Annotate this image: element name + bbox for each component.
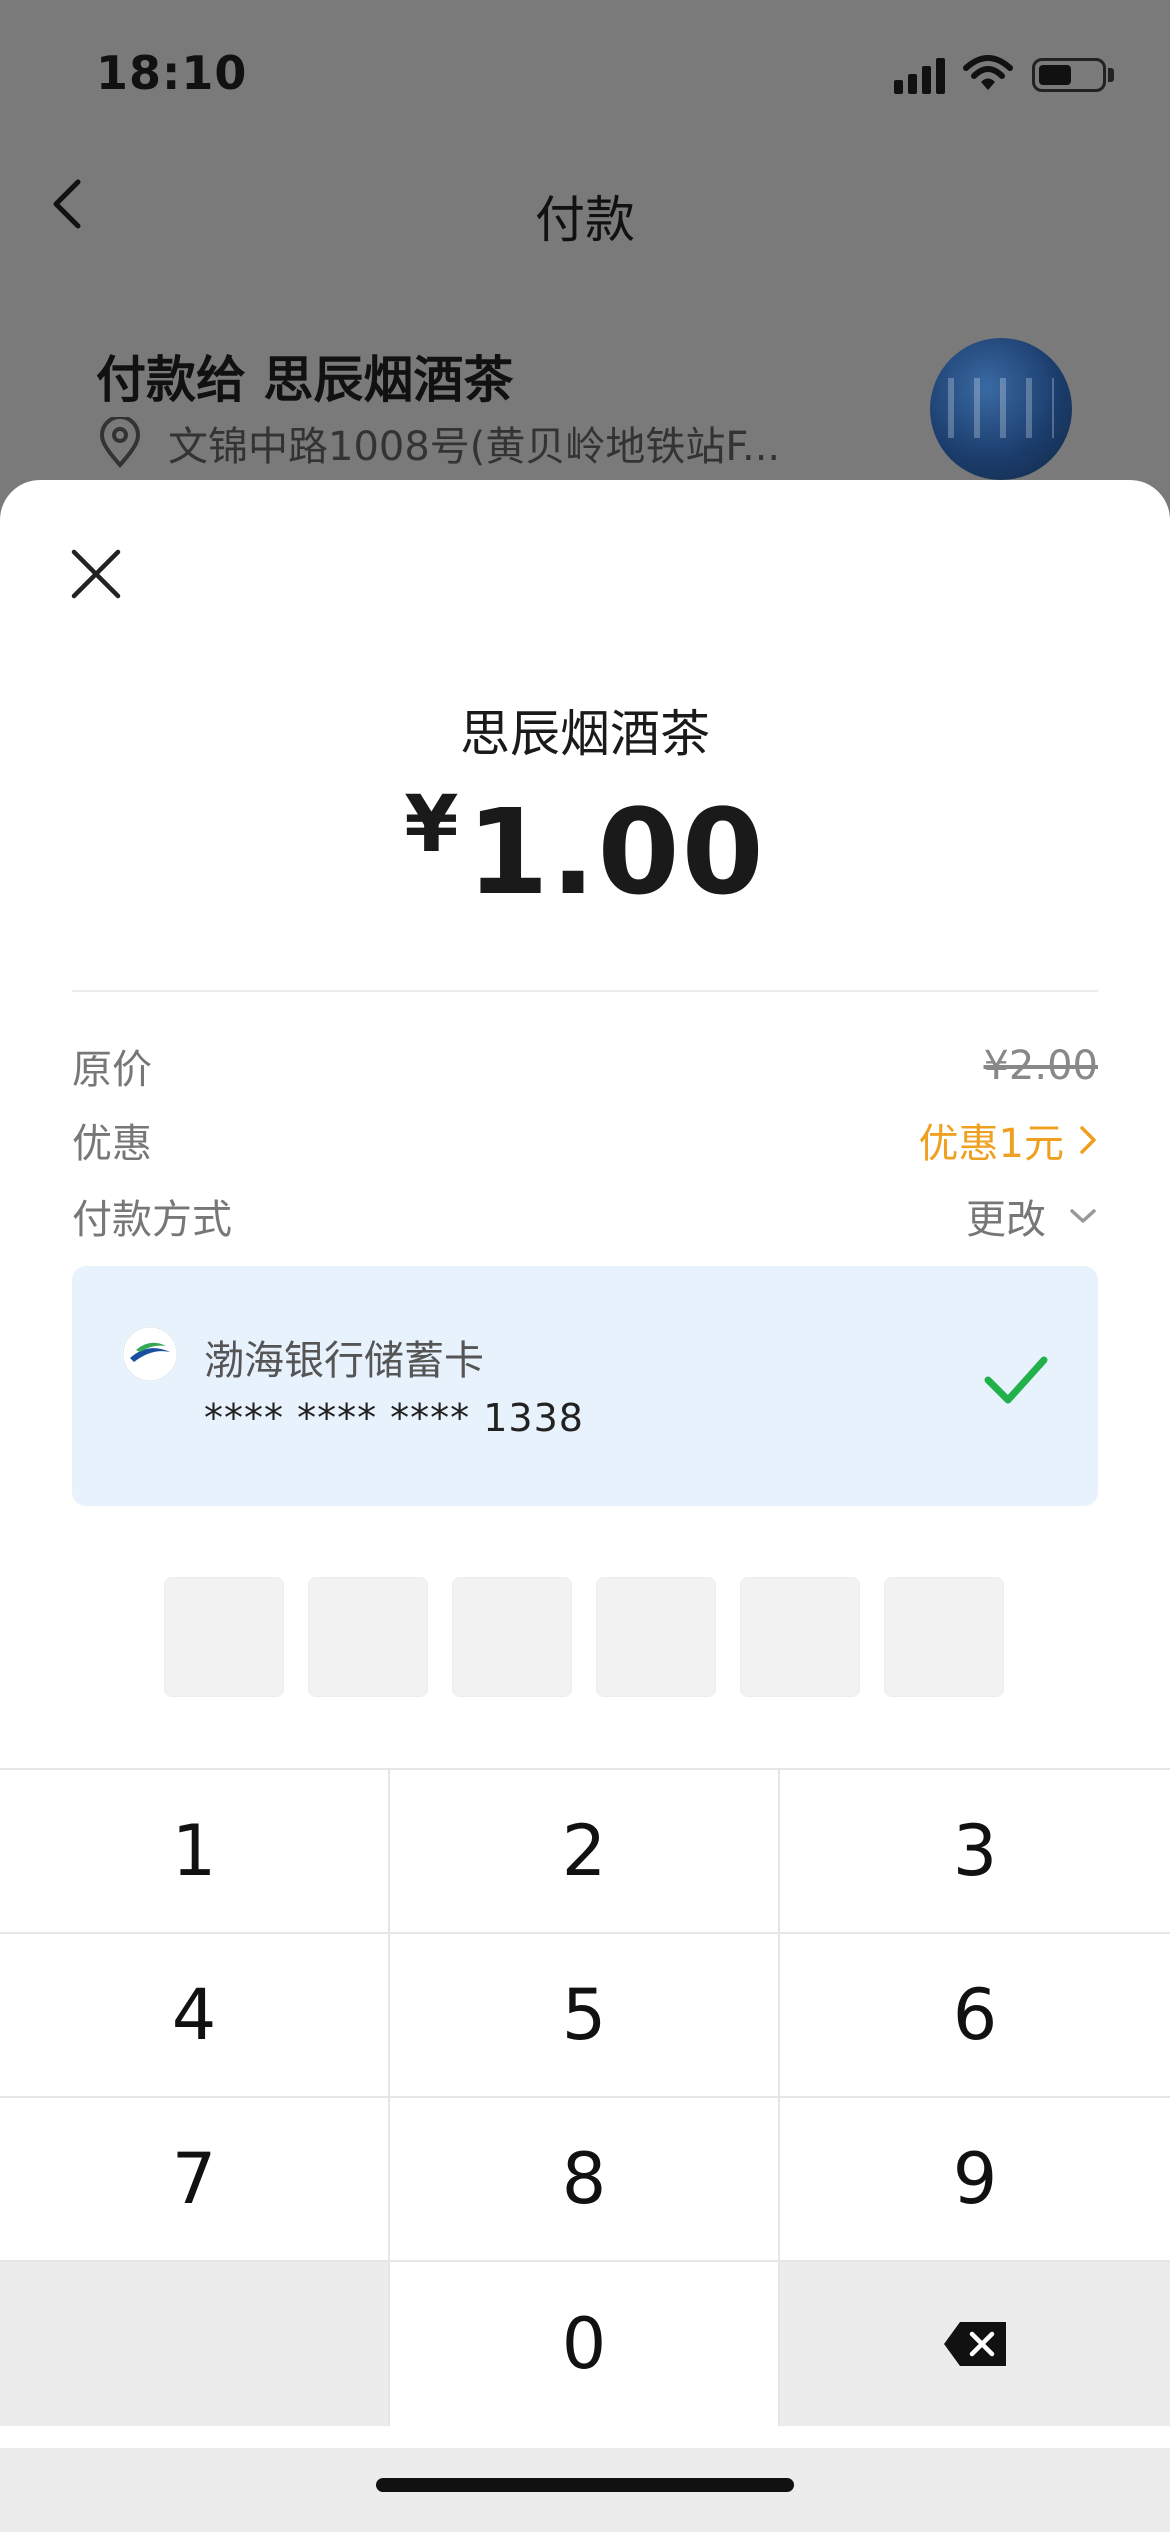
discount-label: 优惠 bbox=[72, 1121, 152, 1167]
backspace-key[interactable] bbox=[780, 2262, 1170, 2426]
bank-name: 渤海银行储蓄卡 bbox=[204, 1338, 484, 1384]
pin-input[interactable] bbox=[164, 1577, 1004, 1697]
payment-method-row: 付款方式 更改 bbox=[72, 1184, 1098, 1248]
key-9[interactable]: 9 bbox=[780, 2098, 1170, 2262]
key-5[interactable]: 5 bbox=[390, 1934, 780, 2098]
home-indicator bbox=[376, 2478, 794, 2492]
change-payment-button[interactable]: 更改 bbox=[966, 1187, 1098, 1245]
original-price-label: 原价 bbox=[72, 1047, 152, 1093]
chevron-down-icon bbox=[1070, 1209, 1096, 1223]
key-1[interactable]: 1 bbox=[0, 1770, 390, 1934]
nav-bar: 付款 bbox=[0, 150, 1170, 270]
check-icon bbox=[984, 1356, 1048, 1404]
pin-icon bbox=[99, 417, 141, 469]
page-title: 付款 bbox=[535, 191, 635, 249]
status-bar: 18:10 bbox=[0, 0, 1170, 150]
key-8[interactable]: 8 bbox=[390, 2098, 780, 2262]
pin-digit-box[interactable] bbox=[452, 1577, 572, 1697]
numeric-keypad: 1 2 3 4 5 6 7 8 9 0 bbox=[0, 1768, 1170, 2448]
battery-icon bbox=[1032, 58, 1106, 92]
payment-sheet: 思辰烟酒茶 ¥1.00 原价 ¥2.00 优惠 优惠1元 付款方式 更改 渤海银… bbox=[0, 480, 1170, 2532]
backspace-icon bbox=[944, 2322, 1006, 2366]
discount-value: 优惠1元 bbox=[918, 1121, 1064, 1167]
pin-digit-box[interactable] bbox=[884, 1577, 1004, 1697]
key-2[interactable]: 2 bbox=[390, 1770, 780, 1934]
pin-digit-box[interactable] bbox=[164, 1577, 284, 1697]
card-number: **** **** **** 1338 bbox=[204, 1396, 584, 1440]
divider bbox=[72, 990, 1098, 992]
merchant-avatar bbox=[930, 338, 1072, 480]
selected-card[interactable]: 渤海银行储蓄卡 **** **** **** 1338 bbox=[72, 1266, 1098, 1506]
pin-digit-box[interactable] bbox=[308, 1577, 428, 1697]
key-blank bbox=[0, 2262, 390, 2426]
chevron-right-icon bbox=[1080, 1126, 1096, 1154]
status-time: 18:10 bbox=[96, 46, 248, 100]
payment-method-label: 付款方式 bbox=[72, 1197, 232, 1243]
key-7[interactable]: 7 bbox=[0, 2098, 390, 2262]
change-payment-label: 更改 bbox=[966, 1197, 1046, 1243]
background-page: 18:10 付款 付款给 思辰烟酒茶 文锦中路1008号(黄贝岭地铁站F... bbox=[0, 0, 1170, 560]
original-price-row: 原价 ¥2.00 bbox=[72, 1034, 1098, 1098]
merchant-pay-to: 付款给 思辰烟酒茶 bbox=[96, 351, 514, 409]
pin-digit-box[interactable] bbox=[596, 1577, 716, 1697]
wifi-icon bbox=[963, 55, 1013, 90]
key-4[interactable]: 4 bbox=[0, 1934, 390, 2098]
merchant-address-text: 文锦中路1008号(黄贝岭地铁站F... bbox=[168, 424, 781, 470]
key-0[interactable]: 0 bbox=[390, 2262, 780, 2426]
key-3[interactable]: 3 bbox=[780, 1770, 1170, 1934]
bank-logo-icon bbox=[122, 1326, 178, 1382]
discount-link[interactable]: 优惠1元 bbox=[919, 1111, 1098, 1169]
original-price-value: ¥2.00 bbox=[983, 1043, 1098, 1089]
payment-amount: ¥1.00 bbox=[0, 780, 1170, 921]
status-icons bbox=[894, 52, 1114, 96]
sheet-merchant-name: 思辰烟酒茶 bbox=[460, 705, 710, 763]
pin-digit-box[interactable] bbox=[740, 1577, 860, 1697]
signal-icon bbox=[894, 58, 946, 94]
merchant-address: 文锦中路1008号(黄贝岭地铁站F... bbox=[96, 414, 780, 472]
close-icon[interactable] bbox=[70, 548, 122, 600]
amount-value: 1.00 bbox=[466, 783, 766, 921]
discount-row[interactable]: 优惠 优惠1元 bbox=[72, 1108, 1098, 1172]
key-6[interactable]: 6 bbox=[780, 1934, 1170, 2098]
currency-symbol: ¥ bbox=[404, 780, 459, 870]
merchant-info: 付款给 思辰烟酒茶 文锦中路1008号(黄贝岭地铁站F... bbox=[96, 340, 856, 470]
